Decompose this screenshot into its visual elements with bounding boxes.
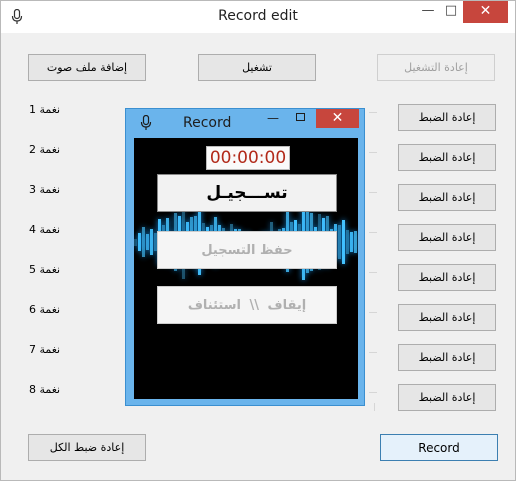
play-button[interactable]: تشغيل bbox=[198, 54, 316, 81]
dialog-close-button[interactable]: ✕ bbox=[316, 109, 359, 128]
slider-track-1 bbox=[369, 112, 377, 117]
slider-track-3 bbox=[369, 192, 377, 197]
reset-tone-6-button[interactable]: إعادة الضبط bbox=[398, 304, 496, 331]
slider-track-8 bbox=[369, 392, 377, 397]
sound-wave-bar bbox=[338, 224, 341, 260]
dialog-maximize-button[interactable] bbox=[296, 113, 305, 121]
record-edit-window: Record edit — □ ✕ إضافة ملف صوت تشغيل إع… bbox=[0, 0, 516, 481]
microphone-icon bbox=[140, 115, 152, 130]
record-timer: 00:00:00 bbox=[206, 146, 290, 170]
slider-track-5 bbox=[369, 272, 377, 277]
record-dialog: Record — ✕ 00:00:00 تســـجيـل حفظ التسجي… bbox=[125, 108, 365, 406]
sound-wave-bar bbox=[342, 220, 345, 264]
dialog-client-area: 00:00:00 تســـجيـل حفظ التسجيل إيقاف \\ … bbox=[134, 138, 358, 399]
sound-wave-bar bbox=[146, 233, 149, 251]
tone-label-6: نغمة 6 bbox=[29, 303, 61, 316]
tone-label-5: نغمة 5 bbox=[29, 263, 61, 276]
dialog-minimize-button[interactable]: — bbox=[267, 111, 279, 125]
sound-wave-bar bbox=[350, 231, 353, 253]
sound-wave-bar bbox=[150, 228, 153, 256]
reset-tone-7-button[interactable]: إعادة الضبط bbox=[398, 344, 496, 371]
tone-label-8: نغمة 8 bbox=[29, 383, 61, 396]
record-button[interactable]: Record bbox=[380, 434, 498, 461]
sound-wave-bar bbox=[346, 230, 349, 254]
tone-label-3: نغمة 3 bbox=[29, 183, 61, 196]
reset-tone-4-button[interactable]: إعادة الضبط bbox=[398, 224, 496, 251]
sound-wave-bar bbox=[138, 232, 141, 252]
reset-tone-8-button[interactable]: إعادة الضبط bbox=[398, 384, 496, 411]
close-button[interactable]: ✕ bbox=[463, 1, 508, 23]
sound-wave-bar bbox=[354, 230, 357, 254]
dialog-title: Record bbox=[183, 115, 232, 131]
slider-track-6 bbox=[369, 312, 377, 317]
reset-tone-3-button[interactable]: إعادة الضبط bbox=[398, 184, 496, 211]
reset-all-button[interactable]: إعادة ضبط الكل bbox=[28, 434, 146, 461]
save-recording-button[interactable]: حفظ التسجيل bbox=[157, 231, 337, 269]
sound-wave-bar bbox=[142, 227, 145, 257]
slider-track-2 bbox=[369, 152, 377, 157]
pause-resume-button[interactable]: إيقاف \\ استئناف bbox=[157, 286, 337, 324]
tone-label-2: نغمة 2 bbox=[29, 143, 61, 156]
maximize-button[interactable]: □ bbox=[442, 1, 460, 23]
start-recording-button[interactable]: تســـجيـل bbox=[157, 174, 337, 212]
add-audio-file-button[interactable]: إضافة ملف صوت bbox=[28, 54, 146, 81]
reset-tone-2-button[interactable]: إعادة الضبط bbox=[398, 144, 496, 171]
slider-track-4 bbox=[369, 232, 377, 237]
replay-button[interactable]: إعادة التشغيل bbox=[377, 54, 495, 81]
tone-label-1: نغمة 1 bbox=[29, 103, 61, 116]
reset-tone-5-button[interactable]: إعادة الضبط bbox=[398, 264, 496, 291]
minimize-button[interactable]: — bbox=[414, 1, 442, 23]
slider-track-7 bbox=[369, 352, 377, 357]
tone-label-7: نغمة 7 bbox=[29, 343, 61, 356]
slider-tick bbox=[374, 403, 375, 411]
sound-wave-bar bbox=[134, 238, 137, 246]
tone-label-4: نغمة 4 bbox=[29, 223, 61, 236]
reset-tone-1-button[interactable]: إعادة الضبط bbox=[398, 104, 496, 131]
title-bar[interactable]: Record edit — □ ✕ bbox=[1, 1, 515, 33]
